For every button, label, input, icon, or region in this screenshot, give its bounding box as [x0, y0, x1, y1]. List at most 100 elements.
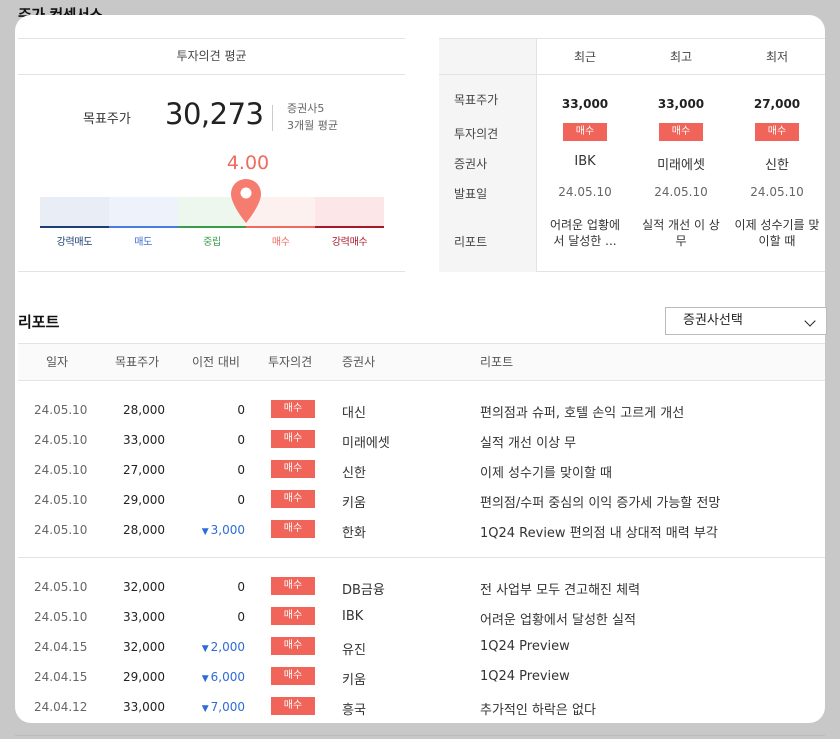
- report-broker: 대신: [342, 406, 366, 421]
- report-change-value: 0: [237, 463, 245, 477]
- table-row[interactable]: 24.05.10 33,000 0 매수 미래에셋 실적 개선 이상 무: [18, 425, 825, 455]
- report-date: 24.05.10: [34, 580, 88, 594]
- lowest-opinion: 매수: [729, 123, 825, 141]
- table-row[interactable]: 24.04.12 33,000 ▼ 7,000 매수 흥국 추가적인 하락은 없다: [18, 692, 825, 722]
- recent-date: 24.05.10: [558, 185, 612, 199]
- report-broker: 키움: [342, 673, 366, 688]
- reports-table-header: 일자 목표주가 이전 대비 투자의견 증권사 리포트: [18, 343, 825, 381]
- report-change: 0: [188, 433, 245, 447]
- table-row[interactable]: 24.04.15 29,000 ▼ 6,000 매수 키움 1Q24 Preview: [18, 662, 825, 692]
- report-change-value: 7,000: [210, 700, 245, 714]
- opinion-average-header: 투자의견 평균: [18, 38, 405, 75]
- scale-segment-bar: [108, 226, 178, 228]
- target-price-label: 목표주가: [83, 112, 131, 127]
- report-broker: 흥국: [342, 703, 366, 718]
- buy-badge: 매수: [271, 697, 315, 715]
- report-change-value: 0: [237, 433, 245, 447]
- consensus-compare-table: 최근 최고 최저 목표주가 투자의견 증권사 발표일 리포트 33,000 33…: [439, 38, 825, 272]
- row-label-opinion: 투자의견: [454, 127, 499, 141]
- report-date: 24.04.15: [34, 640, 88, 654]
- table-row[interactable]: 24.05.10 32,000 0 매수 DB금융 전 사업부 모두 견고해진 체력: [18, 572, 825, 602]
- report-change: ▼ 2,000: [188, 640, 245, 654]
- buy-badge: 매수: [271, 607, 315, 625]
- table-row[interactable]: 24.05.10 29,000 0 매수 키움 편의점/수퍼 중심의 이익 증가세 가능할…: [18, 485, 825, 515]
- buy-badge: 매수: [271, 577, 315, 595]
- report-change: ▼ 7,000: [188, 700, 245, 714]
- column-header-highest: 최고: [669, 50, 693, 64]
- report-broker: IBK: [342, 609, 364, 624]
- brokers-count: 증권사5: [287, 102, 325, 115]
- highest-date: 24.05.10: [654, 185, 708, 199]
- report-title-link[interactable]: 어려운 업황에서 달성한 실적: [480, 609, 636, 628]
- scale-segment-bar: [315, 226, 384, 228]
- scale-segment-bar: [246, 226, 316, 228]
- table-row[interactable]: 24.05.10 28,000 ▼ 3,000 매수 한화 1Q24 Review 편의점 …: [18, 515, 825, 545]
- scale-label: 강력매수: [331, 237, 368, 248]
- report-opinion: 매수: [271, 460, 315, 478]
- consensus-card: 투자의견 평균 목표주가 30,273 증권사5 3개월 평균 4.00 강력매…: [15, 15, 827, 723]
- broker-select-label: 증권사선택: [683, 313, 743, 328]
- report-opinion: 매수: [271, 637, 315, 655]
- divider: [18, 271, 405, 272]
- row-label-report: 리포트: [454, 235, 488, 249]
- highest-opinion: 매수: [633, 123, 729, 141]
- row-label-target: 목표주가: [454, 93, 499, 107]
- table-row[interactable]: 24.05.10 33,000 0 매수 IBK 어려운 업황에서 달성한 실적: [18, 602, 825, 632]
- header-change: 이전 대비: [192, 355, 240, 369]
- down-triangle-icon: ▼: [201, 674, 209, 684]
- report-date: 24.04.15: [34, 670, 88, 684]
- table-row[interactable]: 24.05.10 27,000 0 매수 신한 이제 성수기를 맞이할 때: [18, 455, 825, 485]
- report-change: 0: [188, 580, 245, 594]
- lowest-broker: 신한: [765, 158, 789, 173]
- report-opinion: 매수: [271, 400, 315, 418]
- recent-broker: IBK: [574, 154, 596, 169]
- header-date: 일자: [46, 355, 69, 369]
- report-change-value: 0: [237, 580, 245, 594]
- highest-report-link[interactable]: 실적 개선 이 상 무: [639, 217, 723, 249]
- table-row[interactable]: 24.04.15 32,000 ▼ 2,000 매수 유진 1Q24 Preview: [18, 632, 825, 662]
- scale-label: 강력매도: [56, 237, 93, 248]
- table-row[interactable]: 24.05.10 28,000 0 매수 대신 편의점과 슈퍼, 호텔 손익 고르게 개선: [18, 395, 825, 425]
- report-title-link[interactable]: 실적 개선 이상 무: [480, 432, 576, 451]
- buy-badge: 매수: [271, 637, 315, 655]
- target-price-meta: 증권사5 3개월 평균: [287, 100, 338, 134]
- buy-badge: 매수: [271, 520, 315, 538]
- report-target-price: 33,000: [123, 433, 165, 447]
- report-date: 24.05.10: [34, 610, 88, 624]
- report-title-link[interactable]: 이제 성수기를 맞이할 때: [480, 462, 612, 481]
- highest-target-price: 33,000: [657, 97, 705, 111]
- report-title-link[interactable]: 전 사업부 모두 견고해진 체력: [480, 579, 640, 598]
- report-date: 24.04.12: [34, 700, 88, 714]
- report-change: 0: [188, 463, 245, 477]
- report-change-value: 3,000: [210, 523, 245, 537]
- average-period: 3개월 평균: [287, 119, 338, 132]
- report-change-value: 0: [237, 493, 245, 507]
- buy-badge: 매수: [271, 400, 315, 418]
- report-opinion: 매수: [271, 577, 315, 595]
- header-broker: 증권사: [342, 355, 376, 369]
- report-opinion: 매수: [271, 697, 315, 715]
- report-target-price: 29,000: [123, 493, 165, 507]
- report-date: 24.05.10: [34, 433, 88, 447]
- opinion-score: 4.00: [226, 152, 270, 174]
- buy-badge: 매수: [271, 430, 315, 448]
- report-opinion: 매수: [271, 430, 315, 448]
- report-title-link[interactable]: 1Q24 Preview: [480, 639, 570, 654]
- broker-select-dropdown[interactable]: 증권사선택: [665, 307, 827, 335]
- report-broker: 한화: [342, 526, 366, 541]
- column-header-recent: 최근: [573, 50, 597, 64]
- report-title-link[interactable]: 편의점/수퍼 중심의 이익 증가세 가능할 전망: [480, 492, 720, 511]
- report-title-link[interactable]: 1Q24 Review 편의점 내 상대적 매력 부각: [480, 522, 718, 541]
- report-title-link[interactable]: 1Q24 Preview: [480, 669, 570, 684]
- report-title-link[interactable]: 편의점과 슈퍼, 호텔 손익 고르게 개선: [480, 402, 684, 421]
- lowest-report-link[interactable]: 이제 성수기를 맞이할 때: [733, 217, 821, 249]
- report-change-value: 0: [237, 403, 245, 417]
- report-target-price: 29,000: [123, 670, 165, 684]
- report-change-value: 6,000: [210, 670, 245, 684]
- buy-badge: 매수: [271, 460, 315, 478]
- recent-report-link[interactable]: 어려운 업황에 서 달성한 ...: [543, 217, 627, 249]
- report-date: 24.05.10: [34, 493, 88, 507]
- recent-opinion: 매수: [537, 123, 633, 141]
- report-title-link[interactable]: 추가적인 하락은 없다: [480, 699, 596, 718]
- row-label-date: 발표일: [454, 187, 488, 201]
